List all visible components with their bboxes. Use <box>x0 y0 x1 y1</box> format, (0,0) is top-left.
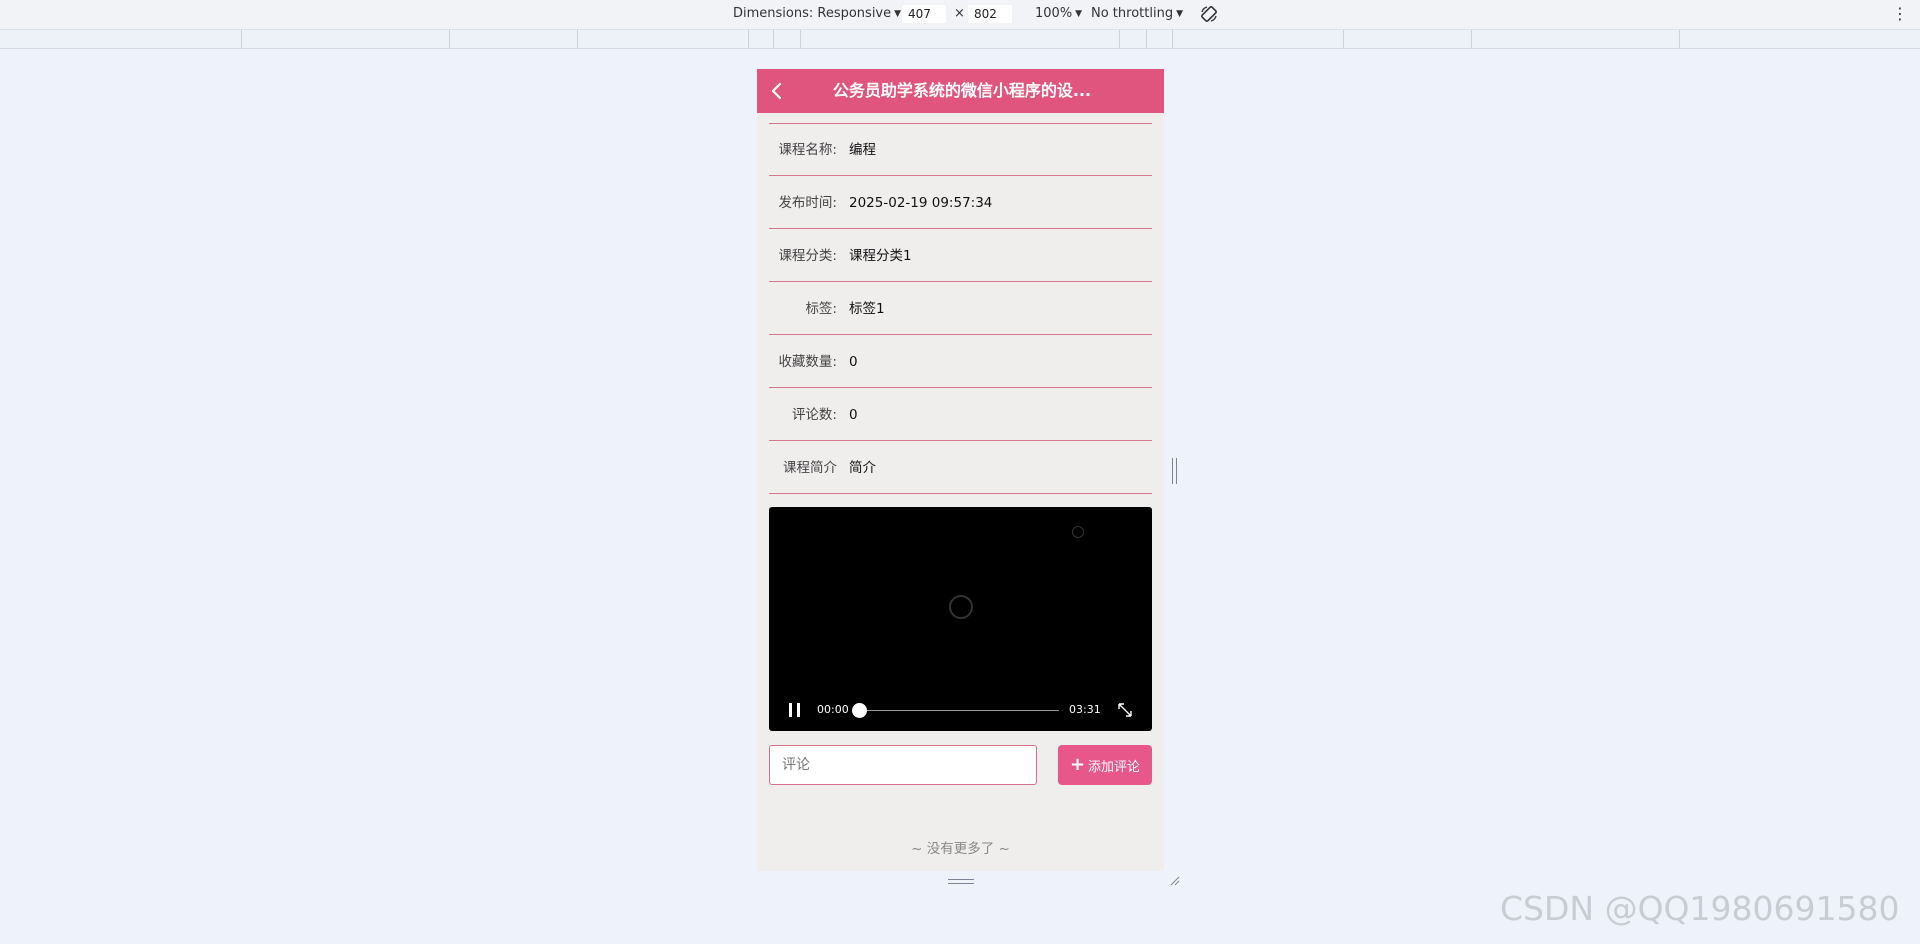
field-row-tag: 标签: 标签1 <box>769 283 1152 335</box>
devtools-device-toolbar: Dimensions: Responsive ▼ × 100% ▼ No thr… <box>0 0 1920 30</box>
media-query-ruler <box>0 30 1920 49</box>
dimensions-label: Dimensions: Responsive <box>733 6 892 21</box>
dimensions-dropdown[interactable]: Dimensions: Responsive ▼ <box>733 6 901 21</box>
field-label: 标签: <box>805 301 837 317</box>
field-row-course-name: 课程名称: 编程 <box>769 124 1152 176</box>
chevron-left-icon[interactable] <box>769 81 783 101</box>
loading-spinner-icon <box>949 595 973 619</box>
width-input[interactable] <box>902 5 946 23</box>
field-row-favorites: 收藏数量: 0 <box>769 336 1152 388</box>
video-player[interactable]: 00:00 03:31 <box>769 507 1152 731</box>
field-label: 发布时间: <box>778 195 837 211</box>
field-value: 0 <box>849 407 858 423</box>
throttling-dropdown[interactable]: No throttling ▼ <box>1091 6 1183 21</box>
throttling-label: No throttling <box>1091 6 1174 21</box>
fullscreen-icon[interactable] <box>1116 701 1134 719</box>
progress-track[interactable] <box>859 710 1059 711</box>
field-label: 课程简介 <box>783 460 837 476</box>
resize-handle-bottom[interactable] <box>948 879 974 885</box>
no-more-text: ~ 没有更多了 ~ <box>911 841 1010 857</box>
field-row-comments: 评论数: 0 <box>769 389 1152 441</box>
field-value: 课程分类1 <box>849 248 912 264</box>
field-label: 收藏数量: <box>778 354 837 370</box>
height-input[interactable] <box>968 5 1012 23</box>
current-time: 00:00 <box>817 703 849 716</box>
field-value: 0 <box>849 354 858 370</box>
field-row-publish-time: 发布时间: 2025-02-19 09:57:34 <box>769 177 1152 229</box>
field-value: 编程 <box>849 142 876 158</box>
duration: 03:31 <box>1069 703 1101 716</box>
watermark: CSDN @QQ1980691580 <box>1500 889 1900 928</box>
mobile-viewport: 公务员助学系统的微信小程序的设... 课程名称: 编程 发布时间: 2025-0… <box>757 69 1164 871</box>
nav-bar: 公务员助学系统的微信小程序的设... <box>757 69 1164 113</box>
field-row-intro: 课程简介 简介 <box>769 442 1152 494</box>
times-symbol: × <box>954 6 965 21</box>
add-comment-button[interactable]: + 添加评论 <box>1058 745 1152 785</box>
field-value: 简介 <box>849 460 876 476</box>
resize-corner-icon[interactable] <box>1168 874 1180 886</box>
comment-input[interactable] <box>769 745 1037 785</box>
zoom-label: 100% <box>1035 6 1073 21</box>
field-label: 评论数: <box>791 407 837 423</box>
rotate-icon[interactable] <box>1199 4 1219 24</box>
field-value: 标签1 <box>849 301 885 317</box>
caret-down-icon: ▼ <box>1176 8 1183 19</box>
field-row-category: 课程分类: 课程分类1 <box>769 230 1152 282</box>
caret-down-icon: ▼ <box>1075 8 1083 19</box>
loading-indicator <box>1072 526 1084 538</box>
field-label: 课程名称: <box>778 142 837 158</box>
resize-handle-right[interactable] <box>1172 458 1178 484</box>
progress-knob[interactable] <box>852 703 867 718</box>
pause-icon[interactable] <box>789 703 801 717</box>
add-comment-label: 添加评论 <box>1088 759 1141 775</box>
page-title: 公务员助学系统的微信小程序的设... <box>832 81 1092 100</box>
caret-down-icon: ▼ <box>894 8 902 19</box>
plus-icon: + <box>1069 754 1086 775</box>
more-vert-icon[interactable]: ⋮ <box>1892 4 1908 24</box>
field-value: 2025-02-19 09:57:34 <box>849 195 993 211</box>
zoom-dropdown[interactable]: 100% ▼ <box>1035 6 1082 21</box>
field-label: 课程分类: <box>778 248 837 264</box>
